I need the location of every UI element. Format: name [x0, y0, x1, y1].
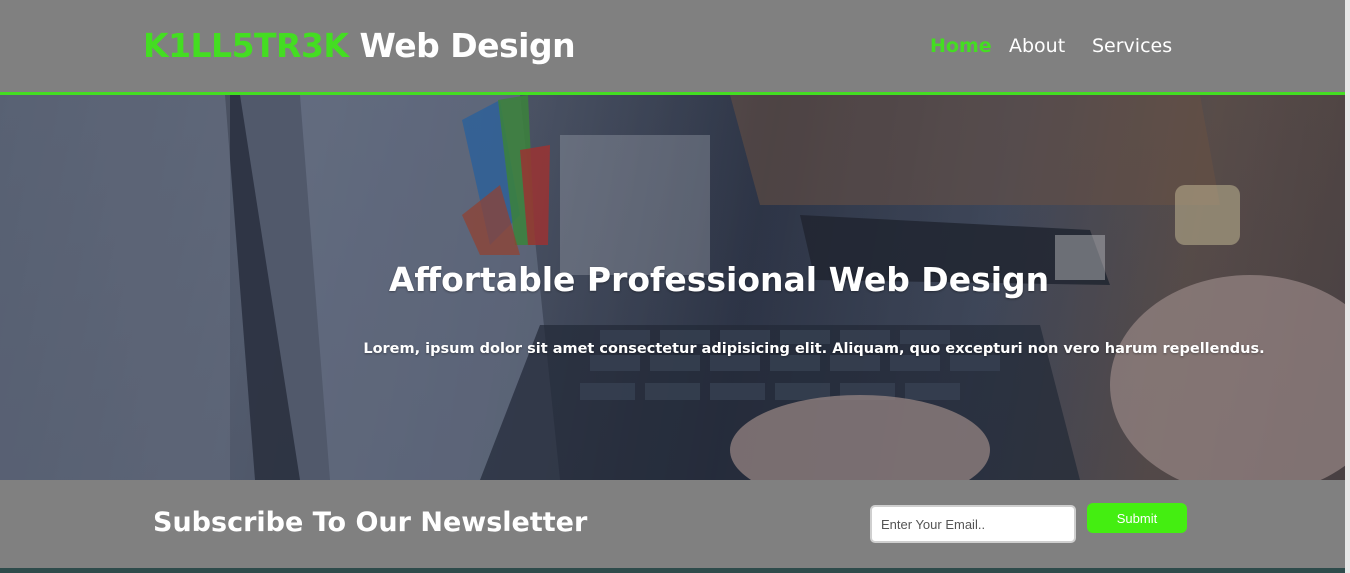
site-header: K1LL5TR3K Web Design Home About Services	[0, 0, 1350, 95]
hero-section: Affortable Professional Web Design Lorem…	[0, 95, 1350, 480]
scrollbar-edge	[1345, 0, 1350, 573]
main-nav: Home About Services	[0, 33, 1350, 59]
newsletter-title: Subscribe To Our Newsletter	[153, 507, 588, 538]
email-input[interactable]	[870, 505, 1076, 543]
nav-services-link[interactable]: Services	[1092, 33, 1172, 59]
newsletter-section: Subscribe To Our Newsletter Submit	[0, 480, 1350, 568]
nav-home-link[interactable]: Home	[930, 33, 992, 59]
submit-button[interactable]: Submit	[1087, 503, 1187, 533]
footer-strip	[0, 568, 1350, 573]
hero-description: Lorem, ipsum dolor sit amet consectetur …	[363, 341, 1265, 357]
hero-title: Affortable Professional Web Design	[388, 260, 1050, 299]
nav-about-link[interactable]: About	[1009, 33, 1065, 59]
